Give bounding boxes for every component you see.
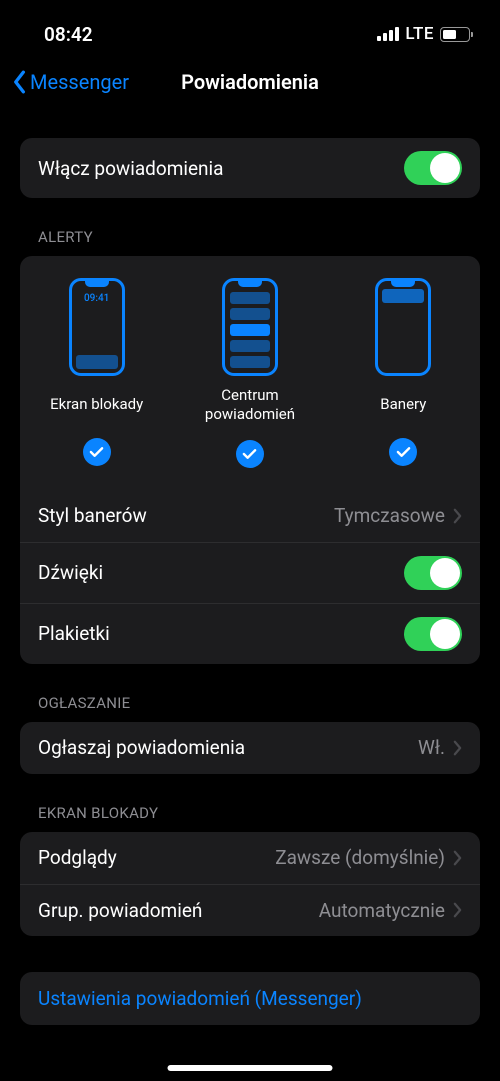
status-time: 08:42 — [44, 23, 93, 46]
alert-style-label: Centrum powiadomień — [178, 386, 321, 424]
page-title: Powiadomienia — [181, 70, 319, 94]
status-indicators: LTE — [377, 24, 470, 44]
row-label: Plakietki — [38, 622, 110, 645]
enable-notifications-row: Włącz powiadomienia — [20, 138, 480, 198]
row-label: Grup. powiadomień — [38, 899, 202, 922]
enable-group: Włącz powiadomienia — [20, 138, 480, 198]
alert-style-notification-center[interactable]: Centrum powiadomień — [178, 278, 321, 480]
row-value: Zawsze (domyślnie) — [275, 846, 445, 869]
enable-label: Włącz powiadomienia — [38, 157, 224, 180]
app-settings-group: Ustawienia powiadomień (Messenger) — [20, 972, 480, 1025]
battery-icon — [440, 27, 470, 42]
row-value: Tymczasowe — [334, 504, 445, 527]
announce-row[interactable]: Ogłaszaj powiadomienia Wł. — [20, 722, 480, 774]
network-type: LTE — [405, 24, 434, 44]
previews-row[interactable]: Podglądy Zawsze (domyślnie) — [20, 832, 480, 884]
back-button[interactable]: Messenger — [12, 70, 129, 94]
section-announce-header: Ogłaszanie — [20, 664, 480, 722]
section-alerts-header: Alerty — [20, 198, 480, 256]
chevron-right-icon — [453, 850, 462, 866]
sounds-row: Dźwięki — [20, 542, 480, 603]
alerts-group: 09:41 Ekran blokady Centrum powiadomień — [20, 256, 480, 664]
row-value: Automatycznie — [319, 899, 445, 922]
alert-style-label: Banery — [380, 386, 426, 422]
cellular-signal-icon — [377, 27, 399, 41]
home-indicator[interactable] — [168, 1065, 333, 1071]
chevron-left-icon — [12, 70, 26, 94]
badges-row: Plakietki — [20, 603, 480, 664]
alert-style-picker: 09:41 Ekran blokady Centrum powiadomień — [20, 256, 480, 490]
lock-screen-preview-icon: 09:41 — [69, 278, 125, 376]
alert-style-banners[interactable]: Banery — [332, 278, 475, 480]
lockscreen-group: Podglądy Zawsze (domyślnie) Grup. powiad… — [20, 832, 480, 936]
chevron-right-icon — [453, 508, 462, 524]
chevron-right-icon — [453, 740, 462, 756]
banner-style-row[interactable]: Styl banerów Tymczasowe — [20, 490, 480, 542]
alert-style-label: Ekran blokady — [50, 386, 143, 422]
app-notification-settings-link[interactable]: Ustawienia powiadomień (Messenger) — [20, 972, 480, 1025]
sounds-toggle[interactable] — [404, 556, 462, 590]
checkmark-icon — [389, 438, 417, 466]
row-label: Podglądy — [38, 846, 117, 869]
notification-center-preview-icon — [222, 278, 278, 376]
badges-toggle[interactable] — [404, 617, 462, 651]
row-label: Ogłaszaj powiadomienia — [38, 736, 245, 759]
status-bar: 08:42 LTE — [0, 0, 500, 54]
checkmark-icon — [83, 438, 111, 466]
enable-notifications-toggle[interactable] — [404, 151, 462, 185]
chevron-right-icon — [453, 902, 462, 918]
checkmark-icon — [236, 440, 264, 468]
row-label: Dźwięki — [38, 561, 103, 584]
navigation-bar: Messenger Powiadomienia — [0, 54, 500, 110]
row-label: Styl banerów — [38, 504, 147, 527]
banner-preview-icon — [375, 278, 431, 376]
back-label: Messenger — [30, 70, 129, 94]
alert-style-lock-screen[interactable]: 09:41 Ekran blokady — [25, 278, 168, 480]
section-lockscreen-header: Ekran blokady — [20, 774, 480, 832]
row-value: Wł. — [418, 736, 445, 759]
announce-group: Ogłaszaj powiadomienia Wł. — [20, 722, 480, 774]
grouping-row[interactable]: Grup. powiadomień Automatycznie — [20, 884, 480, 936]
